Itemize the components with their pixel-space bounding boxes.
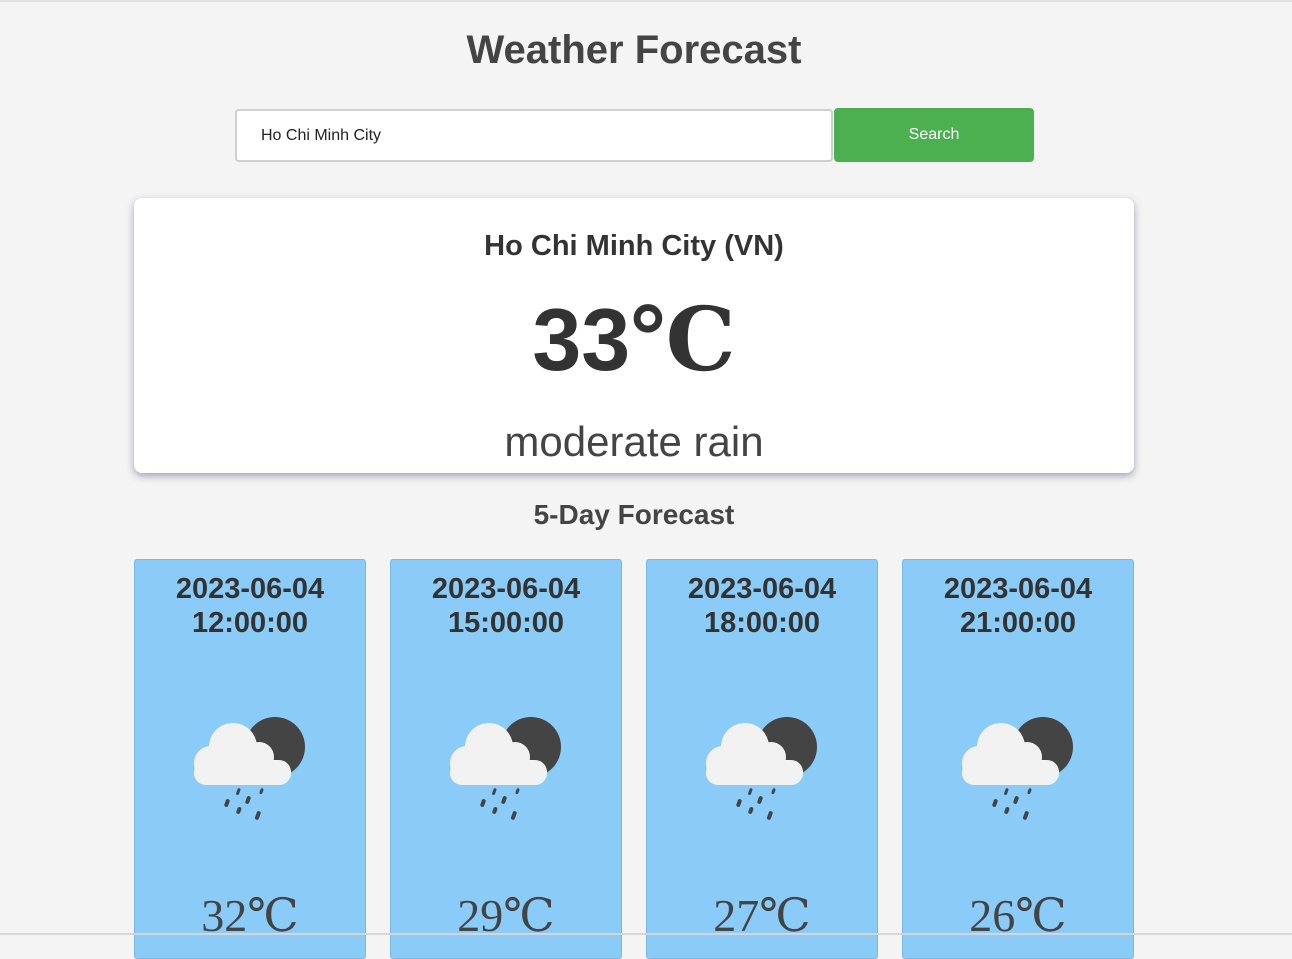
search-button[interactable]: Search bbox=[834, 108, 1034, 162]
forecast-datetime: 2023-06-04 12:00:00 bbox=[135, 572, 365, 640]
forecast-card: 2023-06-04 18:00:00 27℃ bbox=[646, 559, 878, 959]
forecast-datetime: 2023-06-04 15:00:00 bbox=[391, 572, 621, 640]
forecast-time: 21:00:00 bbox=[959, 607, 1077, 639]
forecast-time: 18:00:00 bbox=[703, 607, 821, 639]
rain-cloud-moon-icon bbox=[706, 717, 817, 820]
current-temperature-value: 33 bbox=[532, 290, 631, 389]
rain-cloud-moon-icon bbox=[194, 717, 305, 820]
forecast-datetime: 2023-06-04 18:00:00 bbox=[647, 572, 877, 640]
current-temperature: 33℃ bbox=[134, 290, 1134, 392]
forecast-date: 2023-06-04 bbox=[175, 573, 325, 605]
forecast-time: 15:00:00 bbox=[447, 607, 565, 639]
top-border bbox=[0, 0, 1292, 2]
forecast-datetime: 2023-06-04 21:00:00 bbox=[903, 572, 1133, 640]
forecast-date: 2023-06-04 bbox=[431, 573, 581, 605]
rain-cloud-moon-icon bbox=[962, 717, 1073, 820]
forecast-time: 12:00:00 bbox=[191, 607, 309, 639]
current-temperature-unit: ℃ bbox=[630, 293, 736, 390]
weather-description: moderate rain bbox=[504, 418, 764, 465]
forecast-date: 2023-06-04 bbox=[943, 573, 1093, 605]
forecast-heading: 5-Day Forecast bbox=[533, 499, 735, 530]
page-title: Weather Forecast bbox=[466, 28, 802, 72]
forecast-card: 2023-06-04 12:00:00 32℃ bbox=[134, 559, 366, 959]
forecast-card: 2023-06-04 15:00:00 29℃ bbox=[390, 559, 622, 959]
rain-cloud-moon-icon bbox=[450, 717, 561, 820]
forecast-card: 2023-06-04 21:00:00 26℃ bbox=[902, 559, 1134, 959]
city-name: Ho Chi Minh City (VN) bbox=[484, 230, 784, 262]
current-weather-card: Ho Chi Minh City (VN) 33℃ moderate rain bbox=[134, 198, 1134, 473]
city-search-input[interactable] bbox=[235, 109, 833, 162]
forecast-date: 2023-06-04 bbox=[687, 573, 837, 605]
